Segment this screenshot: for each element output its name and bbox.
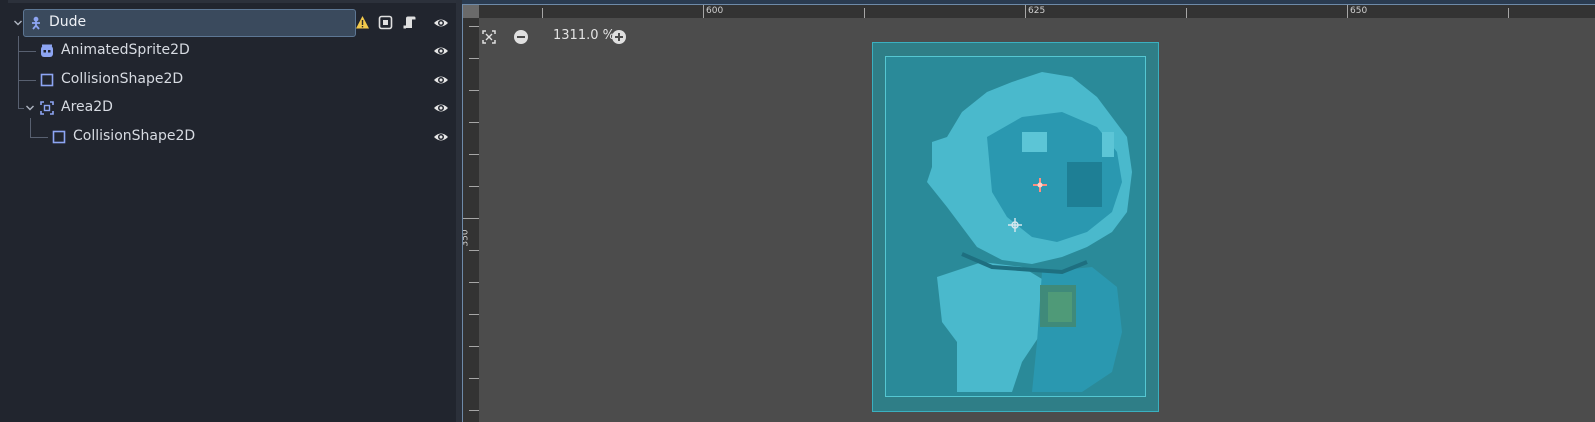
ruler-label: 350: [462, 229, 471, 247]
visibility-eye-icon[interactable]: [433, 100, 449, 116]
chevron-down-icon[interactable]: [25, 103, 35, 113]
horizontal-ruler[interactable]: 600 625 650: [462, 5, 1595, 18]
chevron-down-icon[interactable]: [13, 18, 23, 28]
ruler-tick: [703, 5, 704, 18]
scene-tree-panel: Dude AnimatedSprite2D CollisionShape2D A…: [0, 0, 456, 422]
ruler-tick: [542, 8, 543, 18]
warning-icon[interactable]: [355, 15, 370, 30]
tree-item-area2d[interactable]: Area2D: [0, 94, 456, 122]
ruler-tick: [469, 154, 479, 155]
tree-item-label: Area2D: [61, 99, 113, 115]
ruler-tick: [469, 122, 479, 123]
ruler-tick: [1347, 5, 1348, 18]
tree-item-label: CollisionShape2D: [73, 128, 196, 144]
zoom-out-icon[interactable]: [513, 29, 529, 45]
ruler-tick: [469, 250, 479, 251]
ruler-tick: [462, 218, 479, 219]
character-body-icon: [32, 16, 40, 30]
visibility-eye-icon[interactable]: [433, 72, 449, 88]
tree-item-label: CollisionShape2D: [61, 71, 184, 87]
tree-item-label: AnimatedSprite2D: [61, 42, 190, 58]
animated-sprite-icon: [41, 44, 53, 57]
ruler-corner[interactable]: [462, 5, 479, 18]
tree-item-label: Dude: [49, 14, 87, 30]
vertical-ruler[interactable]: 350: [462, 5, 479, 422]
collision-shape-icon: [40, 73, 54, 87]
script-icon[interactable]: [402, 15, 417, 30]
ruler-tick: [469, 186, 479, 187]
tree-item-collisionshape2d-child[interactable]: CollisionShape2D: [0, 123, 456, 151]
zoom-level-label[interactable]: 1311.0 %: [553, 28, 615, 43]
node-origin-marker[interactable]: [1033, 178, 1047, 192]
center-view-icon[interactable]: [481, 29, 497, 45]
ruler-tick: [469, 282, 479, 283]
visibility-eye-icon[interactable]: [433, 43, 449, 59]
tree-top-divider: [8, 0, 456, 3]
ruler-tick: [469, 346, 479, 347]
ruler-label: 625: [1028, 6, 1046, 16]
ruler-tick: [469, 378, 479, 379]
canvas-viewport[interactable]: 600 625 650 350 1311.0 %: [462, 0, 1595, 422]
zoom-in-icon[interactable]: [611, 29, 627, 45]
node-group-icon[interactable]: [378, 15, 393, 30]
area2d-icon: [40, 101, 54, 115]
collision-shape-icon: [52, 130, 66, 144]
ruler-tick: [864, 8, 865, 18]
tree-item-dude[interactable]: Dude: [0, 9, 456, 37]
pivot-marker[interactable]: [1008, 218, 1022, 232]
ruler-tick: [1025, 5, 1026, 18]
tree-item-animatedsprite2d[interactable]: AnimatedSprite2D: [0, 37, 456, 65]
ruler-label: 600: [706, 6, 724, 16]
ruler-tick: [469, 314, 479, 315]
ruler-tick: [469, 58, 479, 59]
viewport-left-accent: [462, 5, 463, 422]
ruler-tick: [469, 410, 479, 411]
ruler-tick: [1508, 8, 1509, 18]
tree-item-collisionshape2d[interactable]: CollisionShape2D: [0, 66, 456, 94]
ruler-tick: [469, 90, 479, 91]
visibility-eye-icon[interactable]: [433, 15, 449, 31]
ruler-tick: [1186, 8, 1187, 18]
visibility-eye-icon[interactable]: [433, 129, 449, 145]
ruler-tick: [469, 26, 479, 27]
ruler-label: 650: [1350, 6, 1368, 16]
